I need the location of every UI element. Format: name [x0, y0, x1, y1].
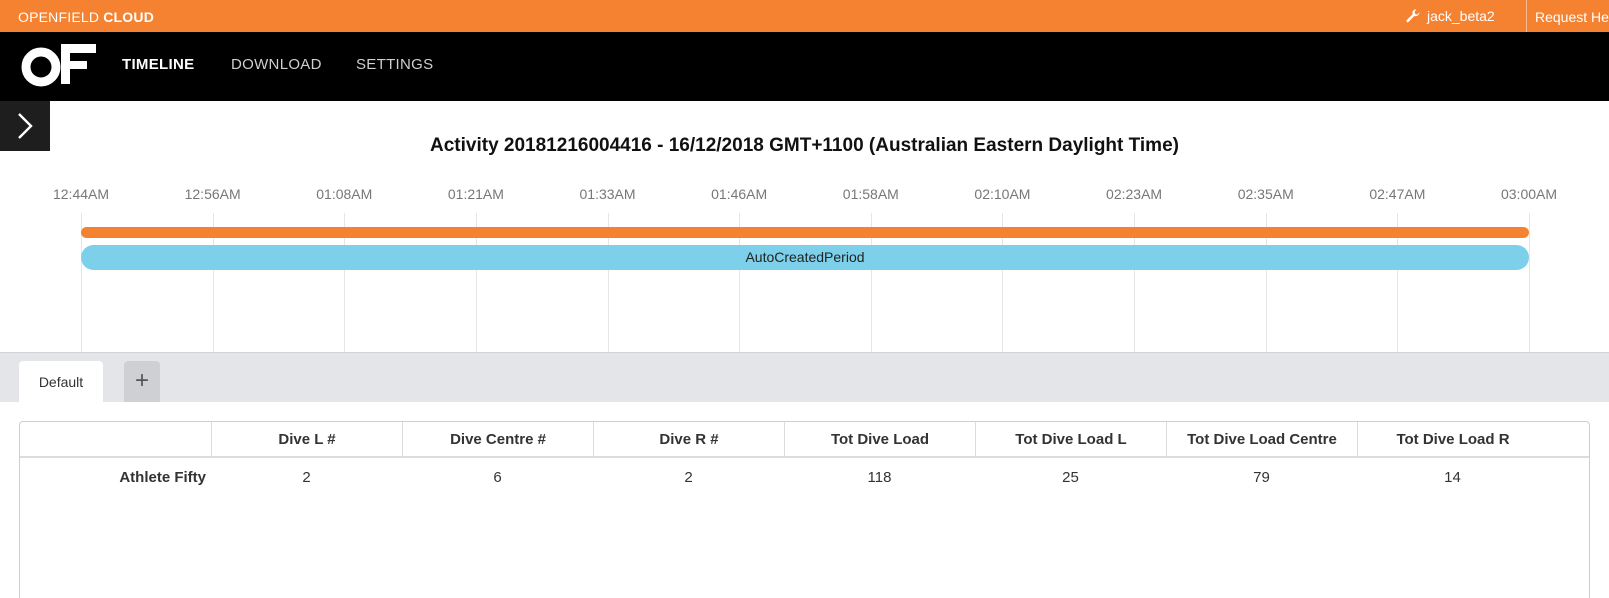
column-header-athlete [20, 422, 211, 458]
timeline-tick-label: 03:00AM [1500, 186, 1558, 202]
table-header: Dive L # Dive Centre # Dive R # Tot Dive Lo… [20, 422, 1589, 458]
table-row[interactable]: Athlete Fifty 2 6 2 118 25 79 14 [20, 460, 1589, 496]
timeline-tick-label: 01:58AM [842, 186, 899, 202]
brand-title: OPENFIELD CLOUD [18, 9, 154, 25]
period-bar[interactable]: AutoCreatedPeriod [81, 245, 1529, 270]
timeline-tick-label: 01:21AM [447, 186, 504, 202]
timeline-tick-label: 12:56AM [184, 186, 241, 202]
openfield-logo[interactable] [20, 44, 100, 90]
main-nav: TIMELINE DOWNLOAD SETTINGS [0, 32, 1609, 101]
chevron-right-icon [0, 113, 50, 155]
timeline-tick-label: 02:35AM [1237, 186, 1294, 202]
timeline-panel: Activity 20181216004416 - 16/12/2018 GMT… [0, 101, 1609, 352]
column-header[interactable]: Dive R # [593, 422, 784, 458]
cell-tot-dive-load-r: 14 [1444, 469, 1461, 486]
column-header[interactable]: Tot Dive Load [784, 422, 975, 458]
tab-default[interactable]: Default [19, 361, 103, 403]
nav-settings[interactable]: SETTINGS [356, 56, 433, 73]
timeline-tick-label: 01:08AM [316, 186, 373, 202]
column-header[interactable]: Dive L # [211, 422, 402, 458]
timeline-tick-label: 02:23AM [1106, 186, 1163, 202]
cell-dive-centre: 6 [493, 469, 502, 486]
timeline-title: Activity 20181216004416 - 16/12/2018 GMT… [430, 135, 1179, 156]
timeline-tick-label: 02:10AM [974, 186, 1031, 202]
sidebar-toggle-button[interactable] [0, 101, 50, 151]
top-bar: OPENFIELD CLOUD jack_beta2 Request He [0, 0, 1609, 32]
cell-tot-dive-load: 118 [867, 469, 892, 486]
request-help-link[interactable]: Request He [1535, 9, 1609, 25]
brand-title-part2: CLOUD [103, 9, 155, 25]
cell-tot-dive-load-centre: 79 [1253, 469, 1270, 486]
timeline-tick-label: 12:44AM [52, 186, 110, 202]
column-header[interactable]: Tot Dive Load R [1357, 422, 1548, 458]
report-content: Dive L # Dive Centre # Dive R # Tot Dive Lo… [0, 402, 1609, 598]
nav-timeline[interactable]: TIMELINE [122, 56, 194, 73]
username[interactable]: jack_beta2 [1427, 8, 1495, 24]
column-header[interactable]: Dive Centre # [402, 422, 593, 458]
topbar-divider [1526, 0, 1527, 32]
timeline-tick-label: 01:33AM [579, 186, 636, 202]
tab-strip: Default + [0, 352, 1609, 403]
athlete-name[interactable]: Athlete Fifty [20, 460, 211, 496]
column-header[interactable]: Tot Dive Load Centre [1166, 422, 1357, 458]
cell-dive-r: 2 [684, 469, 693, 486]
add-tab-button[interactable]: + [124, 361, 160, 403]
brand-title-part1: OPENFIELD [18, 9, 104, 25]
timeline-tick-label: 02:47AM [1369, 186, 1426, 202]
column-header[interactable]: Tot Dive Load L [975, 422, 1166, 458]
cell-dive-l: 2 [302, 469, 311, 486]
timeline-tick-label: 01:46AM [711, 186, 768, 202]
cell-tot-dive-load-l: 25 [1062, 469, 1079, 486]
stats-table: Dive L # Dive Centre # Dive R # Tot Dive Lo… [19, 421, 1590, 598]
activity-bar[interactable] [81, 227, 1529, 238]
timeline-gridline [1529, 213, 1530, 352]
user-menu[interactable]: jack_beta2 [1405, 8, 1495, 24]
wrench-icon [1405, 8, 1421, 24]
nav-download[interactable]: DOWNLOAD [231, 56, 322, 73]
